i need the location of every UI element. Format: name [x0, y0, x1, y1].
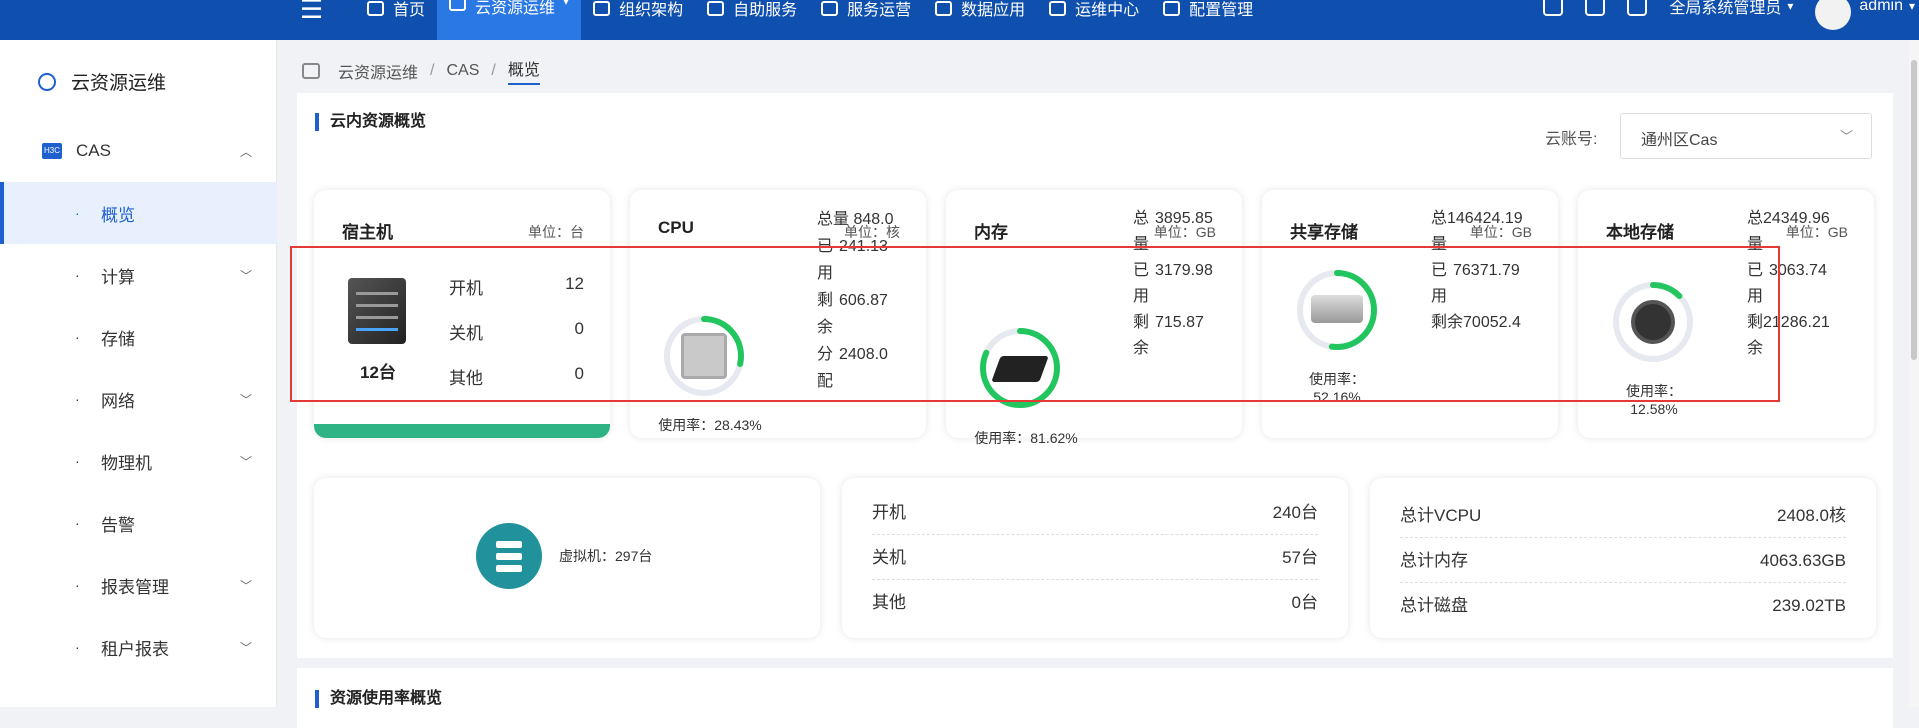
vm-row-other: 其他 0台 — [872, 593, 1318, 612]
nav-data-apps[interactable]: 数据应用 — [923, 0, 1037, 28]
nav-cloud-ops[interactable]: 云资源运维 ▾ — [437, 0, 582, 40]
overview-panel: 云内资源概览 云账号: 通州区Cas ﹀ 宿主机 单位：台 12台 开机 12 关… — [297, 93, 1893, 658]
sidebar-item-reports[interactable]: · 报表管理 ﹀ — [0, 554, 277, 616]
total-disk: 总计磁盘 239.02TB — [1400, 596, 1846, 615]
chevron-down-icon: ﹀ — [240, 578, 253, 593]
chevron-down-icon: ﹀ — [240, 392, 253, 407]
chevron-up-icon: ︿ — [240, 144, 253, 159]
vm-status-card: 开机 240台 关机 57台 其他 0台 — [842, 478, 1348, 638]
h3c-logo-icon: H3C — [42, 143, 62, 159]
total-vcpu: 总计VCPU 2408.0核 — [1400, 493, 1846, 538]
nav-home[interactable]: 首页 — [355, 0, 437, 28]
chart-icon — [935, 0, 953, 16]
sidebar-item-alarms[interactable]: · 告警 — [0, 492, 277, 554]
local-storage-usage: 使用率：12.58% — [1626, 383, 1682, 417]
memory-chip-icon — [991, 356, 1049, 382]
host-status-bar — [314, 424, 610, 438]
chevron-down-icon: ﹀ — [240, 268, 253, 283]
host-total: 12台 — [360, 363, 396, 382]
sidebar: 云资源运维 H3C CAS ︿ · 概览 · 计算 ﹀ · 存储 · 网络 ﹀ · 物理机 ﹀ … — [0, 40, 277, 707]
monitor-icon — [1049, 0, 1067, 16]
nav-service-ops[interactable]: 服务运营 — [809, 0, 923, 28]
tools-icon[interactable] — [1543, 0, 1564, 16]
nav-ops-center[interactable]: 运维中心 — [1037, 0, 1151, 28]
chevron-down-icon: ▾ — [1908, 0, 1915, 13]
sidebar-title: 云资源运维 — [38, 68, 166, 95]
shirt-icon[interactable] — [1627, 0, 1648, 16]
top-nav: 首页 云资源运维 ▾ 组织架构 自助服务 服务运营 数据应用 运维中心 配置管理 — [355, 0, 1265, 40]
avatar[interactable] — [1815, 0, 1852, 30]
breadcrumb-cas[interactable]: CAS — [446, 62, 479, 80]
edit-icon — [707, 0, 725, 16]
host-card: 宿主机 单位：台 12台 开机 12 关机 0 其他 0 — [314, 190, 610, 438]
sidebar-item-network[interactable]: · 网络 ﹀ — [0, 368, 277, 430]
sidebar-item-physical[interactable]: · 物理机 ﹀ — [0, 430, 277, 492]
cloud-ops-logo-icon — [38, 72, 56, 91]
scrollbar-thumb[interactable] — [1911, 60, 1917, 360]
hamburger-menu-icon[interactable]: ☰ — [300, 0, 323, 25]
scrollbar[interactable] — [1909, 40, 1919, 707]
username[interactable]: admin — [1859, 0, 1903, 15]
local-storage-stats: 总量 24349.96 已用 3063.74 剩余 21286.21 — [1747, 210, 1830, 357]
breadcrumb: 云资源运维 / CAS / 概览 — [302, 56, 540, 85]
vm-row-off: 关机 57台 — [872, 535, 1318, 580]
chevron-down-icon: ▾ — [563, 0, 570, 8]
host-row-off: 关机 0 — [449, 319, 584, 343]
chevron-down-icon: ▾ — [1787, 0, 1794, 13]
top-right-tools: 全局系统管理员 ▾ admin ▾ — [1543, 0, 1919, 30]
settings-icon — [1163, 0, 1181, 16]
shared-storage-usage: 使用率：52.16% — [1309, 371, 1365, 405]
layers-icon — [593, 0, 611, 16]
usage-section-title: 资源使用率概览 — [315, 690, 442, 708]
camera-icon — [367, 0, 384, 16]
disk-drive-icon — [1311, 295, 1363, 323]
totals-card: 总计VCPU 2408.0核 总计内存 4063.63GB 总计磁盘 239.02TB — [1370, 478, 1876, 638]
memory-usage: 使用率：81.62% — [974, 430, 1078, 446]
nav-self-service[interactable]: 自助服务 — [695, 0, 809, 28]
vm-total: 虚拟机：297台 — [559, 548, 653, 564]
shared-storage-stats: 总量 146424.19 已用 76371.79 剩余 70052.4 — [1431, 210, 1523, 331]
gear-icon — [821, 0, 839, 16]
cpu-stats: 总量 848.0 已用 241.13 剩余 606.87 分配 2408.0 — [817, 211, 894, 390]
sidebar-item-compute[interactable]: · 计算 ﹀ — [0, 244, 277, 306]
sidebar-item-overview[interactable]: · 概览 — [0, 182, 277, 244]
cloud-icon — [449, 0, 467, 11]
server-icon — [348, 278, 406, 344]
role-selector[interactable]: 全局系统管理员 — [1669, 0, 1781, 18]
breadcrumb-overview: 概览 — [507, 56, 540, 85]
chevron-down-icon: ﹀ — [1839, 129, 1853, 144]
sidebar-item-storage[interactable]: · 存储 — [0, 306, 277, 368]
vm-server-icon — [476, 523, 542, 589]
nav-config[interactable]: 配置管理 — [1151, 0, 1265, 28]
chevron-down-icon: ﹀ — [240, 640, 253, 655]
usage-panel: 资源使用率概览 — [297, 668, 1893, 728]
section-title: 云内资源概览 — [315, 113, 426, 131]
total-memory: 总计内存 4063.63GB — [1400, 538, 1846, 583]
chevron-down-icon: ﹀ — [240, 454, 253, 469]
schedule-icon[interactable] — [1585, 0, 1606, 16]
host-row-on: 开机 12 — [449, 274, 584, 298]
account-select[interactable]: 通州区Cas ﹀ — [1620, 113, 1872, 159]
cpu-chip-icon — [681, 333, 727, 379]
cpu-usage: 使用率：28.43% — [658, 417, 762, 433]
home-icon[interactable] — [302, 62, 320, 79]
sidebar-item-tenant-reports[interactable]: · 租户报表 ﹀ — [0, 616, 277, 678]
host-row-other: 其他 0 — [449, 364, 584, 388]
vm-card: 虚拟机：297台 — [314, 478, 820, 638]
breadcrumb-cloud-ops[interactable]: 云资源运维 — [338, 59, 418, 83]
sidebar-item-cas[interactable]: H3C CAS ︿ — [0, 120, 277, 182]
memory-stats: 总量 3895.85 已用 3179.98 剩余 715.87 — [1133, 210, 1213, 357]
nav-org[interactable]: 组织架构 — [581, 0, 695, 28]
account-label: 云账号: — [1545, 131, 1598, 148]
vm-row-on: 开机 240台 — [872, 490, 1318, 535]
top-nav-bar: ☰ 首页 云资源运维 ▾ 组织架构 自助服务 服务运营 数据应用 运维中心 配置管… — [0, 0, 1919, 40]
hard-disk-icon — [1631, 300, 1675, 344]
